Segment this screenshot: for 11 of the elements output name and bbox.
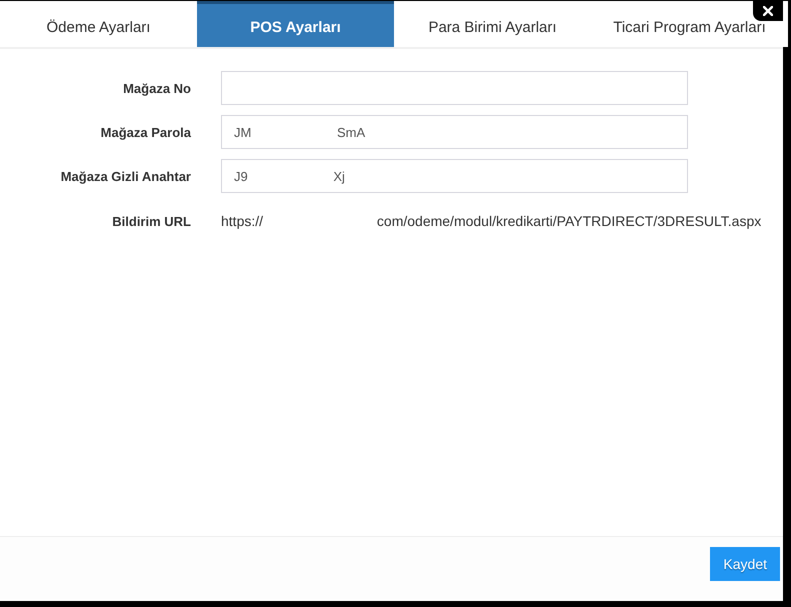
url-text: https:// com/odeme/modul/kredikarti/PAYTRDIRECT/3DRESULT.aspx xyxy=(221,212,762,230)
close-icon xyxy=(763,6,773,16)
input-field[interactable] xyxy=(221,71,688,105)
close-button[interactable] xyxy=(753,0,783,21)
field-label: Mağaza Gizli Anahtar xyxy=(60,168,191,184)
field-label: Mağaza Parola xyxy=(100,124,191,140)
field-label: Bildirim URL xyxy=(112,214,191,228)
input-field[interactable]: JM SmA xyxy=(221,115,688,149)
input-field[interactable]: J9 Xj xyxy=(221,159,688,193)
field-label: Mağaza No xyxy=(123,80,191,96)
tab[interactable]: POS Ayarları xyxy=(197,1,394,47)
